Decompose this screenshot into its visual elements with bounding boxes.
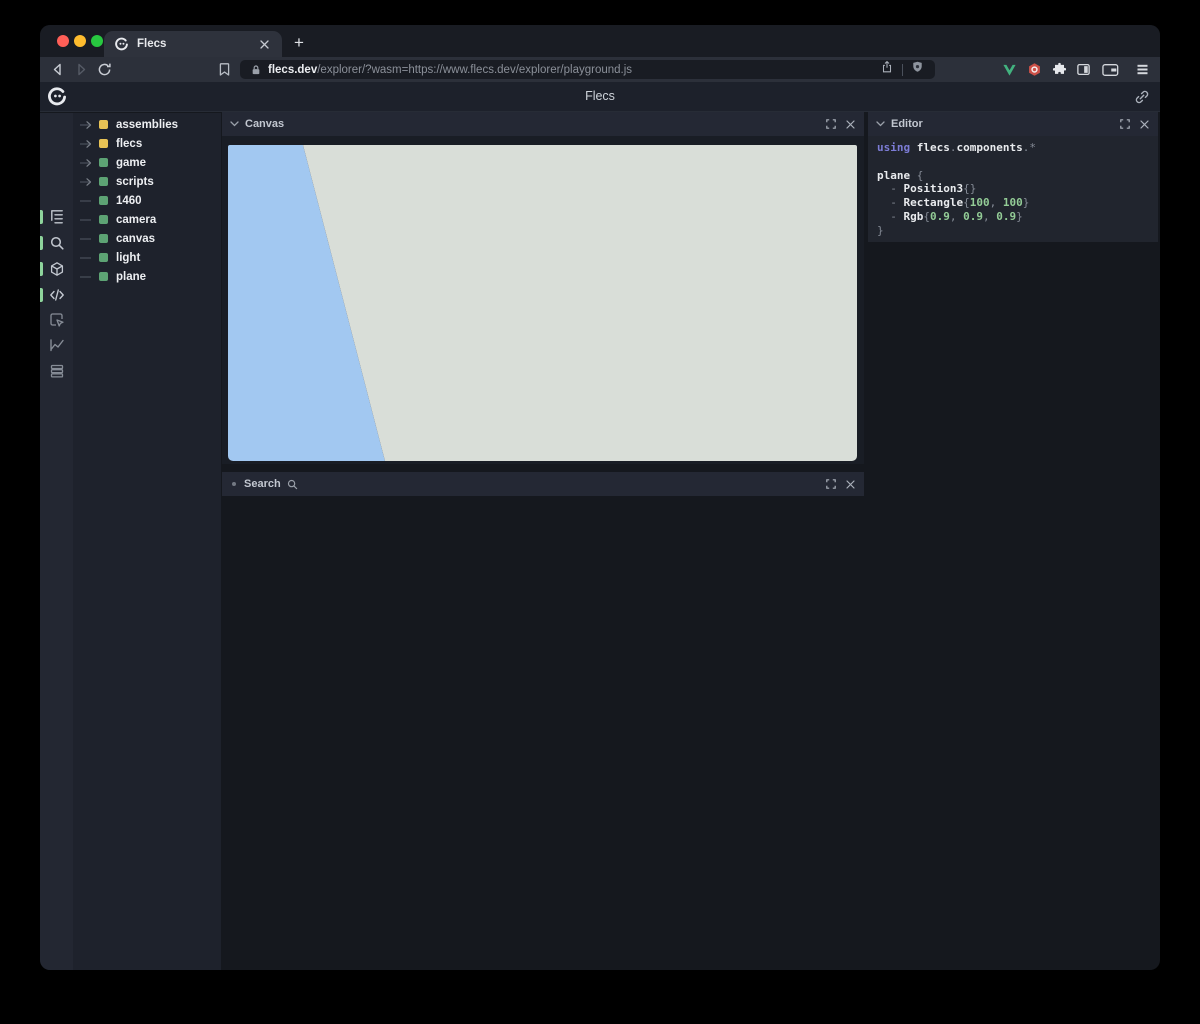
window-zoom-button[interactable]	[91, 35, 103, 47]
url-path: /explorer/?wasm=https://www.flecs.dev/ex…	[317, 64, 632, 76]
tree-item[interactable]: plane	[73, 267, 221, 286]
window-close-button[interactable]	[57, 35, 69, 47]
forward-icon[interactable]	[73, 61, 90, 78]
entity-label: 1460	[116, 195, 142, 207]
entity-label: flecs	[116, 138, 142, 150]
window-minimize-button[interactable]	[74, 35, 86, 47]
app-header: Flecs	[40, 82, 1160, 112]
code-editor[interactable]: using flecs.components.* plane { - Posit…	[868, 136, 1158, 242]
entities-cube-icon[interactable]	[49, 261, 65, 277]
active-indicator	[40, 210, 43, 224]
entity-label: assemblies	[116, 119, 178, 131]
canvas-panel-title: Canvas	[245, 118, 284, 130]
browser-toolbar: flecs.dev/explorer/?wasm=https://www.fle…	[40, 57, 1160, 82]
fullscreen-icon[interactable]	[825, 479, 836, 490]
tree-item[interactable]: camera	[73, 210, 221, 229]
expand-arrow-icon	[80, 140, 91, 146]
fullscreen-icon[interactable]	[825, 119, 836, 130]
link-icon[interactable]	[1134, 89, 1150, 105]
sidebar-toggle-icon[interactable]	[1075, 61, 1092, 78]
entity-label: canvas	[116, 233, 155, 245]
page-title: Flecs	[40, 89, 1160, 103]
tree-item[interactable]: assemblies	[73, 115, 221, 134]
close-icon[interactable]	[845, 119, 856, 130]
wallet-icon[interactable]	[1102, 61, 1119, 78]
flecs-favicon-icon	[114, 37, 129, 52]
tree-rows: assemblies flecs game	[73, 115, 221, 286]
fullscreen-icon[interactable]	[1119, 119, 1130, 130]
entity-label: plane	[116, 271, 146, 283]
entity-tree-icon[interactable]	[49, 209, 65, 225]
close-icon[interactable]	[845, 479, 856, 490]
url-domain: flecs.dev	[268, 64, 317, 76]
entity-color-square	[99, 139, 108, 148]
entity-color-square	[99, 196, 108, 205]
browser-window: Flecs + flecs.dev/explorer/?wasm=https:/…	[40, 25, 1160, 970]
entity-color-square	[99, 215, 108, 224]
tree-item[interactable]: 1460	[73, 191, 221, 210]
url-separator	[902, 64, 903, 76]
chevron-down-icon	[876, 121, 885, 127]
tab-title: Flecs	[137, 38, 256, 50]
entity-color-square	[99, 158, 108, 167]
plane-region	[303, 145, 857, 461]
tab-close-icon[interactable]	[256, 36, 272, 52]
tree-item[interactable]: scripts	[73, 172, 221, 191]
entity-color-square	[99, 177, 108, 186]
entity-color-square	[99, 272, 108, 281]
entity-label: camera	[116, 214, 156, 226]
tree-item[interactable]: flecs	[73, 134, 221, 153]
entity-color-square	[99, 120, 108, 129]
logs-icon[interactable]	[49, 363, 65, 379]
bookmark-icon[interactable]	[216, 61, 233, 78]
statistics-icon[interactable]	[49, 337, 65, 353]
expand-arrow-icon	[80, 121, 91, 127]
editor-panel-header[interactable]: Editor	[868, 112, 1158, 136]
editor-panel-title: Editor	[891, 118, 923, 130]
reload-icon[interactable]	[96, 61, 113, 78]
url-bar[interactable]: flecs.dev/explorer/?wasm=https://www.fle…	[240, 60, 935, 79]
active-indicator	[40, 262, 43, 276]
search-panel-title: Search	[244, 478, 281, 490]
expand-arrow-icon	[80, 178, 91, 184]
new-tab-button[interactable]: +	[290, 34, 308, 52]
chevron-down-icon	[230, 121, 239, 127]
browser-tab[interactable]: Flecs	[104, 31, 282, 57]
active-indicator	[40, 288, 43, 302]
shield-icon[interactable]	[911, 60, 924, 79]
screen: Flecs + flecs.dev/explorer/?wasm=https:/…	[0, 0, 1200, 1024]
tree-item[interactable]: game	[73, 153, 221, 172]
extensions-puzzle-icon[interactable]	[1051, 61, 1068, 78]
expand-arrow-icon	[80, 159, 91, 165]
search-panel-header[interactable]: Search	[222, 472, 864, 496]
adblock-icon[interactable]	[1026, 61, 1043, 78]
entity-color-square	[99, 234, 108, 243]
tree-item[interactable]: light	[73, 248, 221, 267]
entity-label: game	[116, 157, 146, 169]
collapsed-indicator-icon	[232, 482, 236, 486]
search-icon	[287, 479, 298, 490]
icon-sidebar	[40, 113, 73, 970]
canvas-panel-header[interactable]: Canvas	[222, 112, 864, 136]
active-indicator	[40, 236, 43, 250]
code-icon[interactable]	[49, 287, 65, 303]
menu-icon[interactable]	[1134, 61, 1151, 78]
lock-icon	[251, 64, 261, 76]
entity-label: light	[116, 252, 140, 264]
share-icon[interactable]	[880, 60, 894, 79]
tab-bar: Flecs +	[40, 25, 1160, 57]
vue-devtools-icon[interactable]	[1001, 61, 1018, 78]
close-icon[interactable]	[1139, 119, 1150, 130]
entity-label: scripts	[116, 176, 154, 188]
back-icon[interactable]	[49, 61, 66, 78]
entity-tree-panel: assemblies flecs game	[73, 113, 221, 970]
inspector-icon[interactable]	[49, 312, 65, 328]
tree-item[interactable]: canvas	[73, 229, 221, 248]
entity-color-square	[99, 253, 108, 262]
canvas-3d-viewport[interactable]	[228, 145, 857, 461]
query-search-icon[interactable]	[49, 235, 65, 251]
